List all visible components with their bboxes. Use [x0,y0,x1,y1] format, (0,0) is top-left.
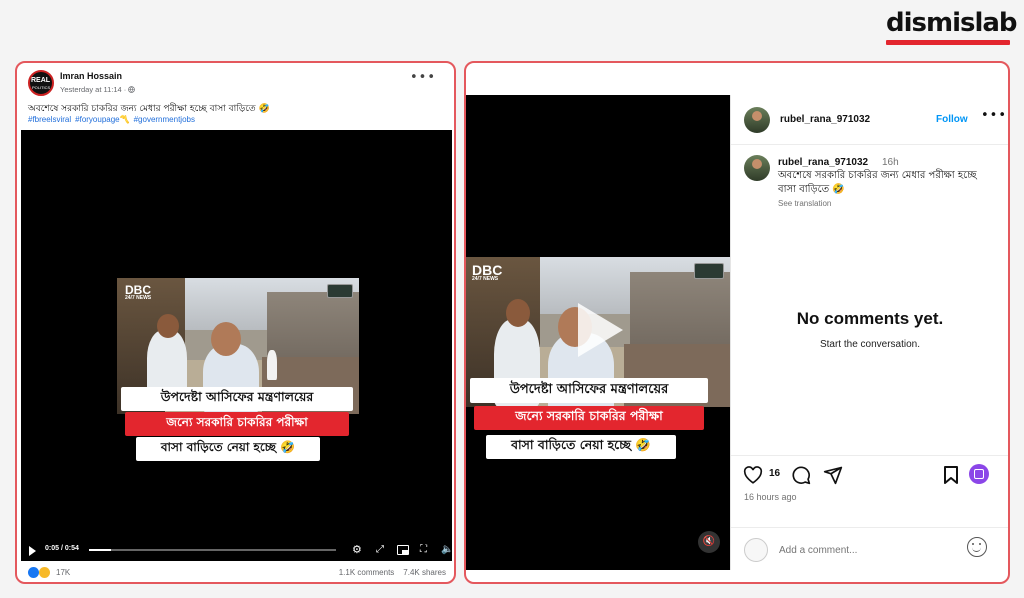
channel-logo-sub: 24/7 NEWS [472,276,499,282]
channel-logo: DBC 24/7 NEWS [472,263,502,282]
settings-icon[interactable]: ⚙ [352,544,362,556]
empty-comments-subtitle: Start the conversation. [819,339,921,350]
play-icon[interactable] [29,546,36,556]
heart-icon[interactable] [743,466,763,484]
caption-author[interactable]: rubel_rana_971032 [778,157,868,168]
video-progress-bar[interactable] [89,549,336,551]
emoji-icon[interactable] [967,537,987,557]
timestamp-text: Yesterday at 11:14 · [60,85,129,94]
author-avatar[interactable]: REAL POLITICS [28,70,54,96]
comment-icon[interactable] [791,465,811,485]
video-player[interactable]: DBC 24/7 NEWS উপদেষ্টা আসিফের মন্ত্রণালয… [466,95,730,570]
play-icon[interactable] [578,303,623,357]
share-icon[interactable] [823,465,843,485]
mute-icon[interactable]: 🔇 [698,531,720,553]
post-timestamp[interactable]: Yesterday at 11:14 · [60,85,136,94]
channel-logo-sub: 24/7 NEWS [125,295,152,301]
video-banner-line-2: জন্যে সরকারি চাকরির পরীক্ষা [474,406,704,430]
author-username[interactable]: rubel_rana_971032 [780,114,870,125]
comment-input[interactable] [779,538,949,562]
gallery-icon[interactable] [969,464,989,484]
avatar-subtext: POLITICS [32,85,51,90]
post-caption: অবশেষে সরকারি চাকরির জন্য মেধার পরীক্ষা … [778,170,977,195]
instagram-post-card: DBC 24/7 NEWS উপদেষ্টা আসিফের মন্ত্রণালয… [464,61,1010,584]
laugh-reaction-icon[interactable] [39,567,50,578]
video-controls: 0:05 / 0:54 ⚙ ⤢ ⛶ 🔈 [21,540,453,561]
hashtag-link[interactable]: #fbreelsviral [28,115,71,124]
video-banner-line-3: বাসা বাড়িতে নেয়া হচ্ছে 🤣 [136,437,320,461]
post-caption: অবশেষে সরকারি চাকরির জন্য মেধার পরীক্ষা … [28,104,270,114]
post-age: 16 hours ago [744,492,797,502]
fullscreen-toggle-icon[interactable]: ⛶ [420,544,427,556]
video-banner-line-2: জন্যে সরকারি চাকরির পরীক্ষা [125,412,349,436]
caption-author-avatar[interactable] [744,155,770,181]
video-banner-line-1: উপদেষ্টা আসিফের মন্ত্রণালয়ের [470,378,708,403]
facebook-post-card: REAL POLITICS Imran Hossain Yesterday at… [15,61,456,584]
reaction-count[interactable]: 17K [56,568,70,577]
avatar-text: REAL [31,77,51,84]
video-player[interactable]: DBC 24/7 NEWS উপদেষ্টা আসিফের মন্ত্রণালয… [21,130,452,561]
viewer-avatar [744,538,768,562]
empty-comments-title: No comments yet. [796,309,944,328]
likes-count[interactable]: 16 [769,468,780,479]
add-comment-bar [731,527,1008,570]
video-progress-fill [89,549,112,551]
like-reaction-icon[interactable] [28,567,39,578]
bookmark-icon[interactable] [943,465,959,485]
more-options-icon[interactable]: ••• [981,108,1007,123]
hashtag-link[interactable]: #governmentjobs [134,115,195,124]
post-actions: 16 16 hours ago [731,455,1008,535]
channel-badge-icon [327,284,353,298]
video-banner-line-1: উপদেষ্টা আসিফের মন্ত্রণালয়ের [121,387,353,411]
volume-icon[interactable]: 🔈 [441,544,453,556]
hashtag-link[interactable]: #foryoupage〽️ [75,115,129,124]
comments-count[interactable]: 1.1K comments [339,568,395,577]
brand-logo: dismislab [886,6,1018,45]
engagement-stats: 1.1K comments 7.4K shares [330,568,446,577]
channel-badge-icon [694,263,724,279]
caption-age: 16h [882,157,899,168]
video-banner-line-3: বাসা বাড়িতে নেয়া হচ্ছে 🤣 [486,435,676,459]
follow-button[interactable]: Follow [936,114,968,125]
globe-icon [128,86,136,93]
video-time: 0:05 / 0:54 [45,545,79,552]
post-footer: 17K 1.1K comments 7.4K shares [17,565,454,582]
brand-underline [886,40,1010,45]
author-avatar[interactable] [744,107,770,133]
shares-count[interactable]: 7.4K shares [403,568,446,577]
brand-name: dismislab [886,8,1018,38]
pip-icon[interactable] [397,545,409,555]
fullscreen-icon[interactable]: ⤢ [376,544,384,556]
author-name[interactable]: Imran Hossain [60,71,122,81]
see-translation-link[interactable]: See translation [778,199,831,208]
channel-logo: DBC 24/7 NEWS [125,284,151,301]
post-sidebar: rubel_rana_971032 Follow ••• rubel_rana_… [730,95,1008,570]
hashtag-list: #fbreelsviral #foryoupage〽️ #governmentjob… [28,115,199,124]
post-header: rubel_rana_971032 Follow ••• [731,95,1008,145]
more-options-icon[interactable]: ••• [410,70,436,85]
